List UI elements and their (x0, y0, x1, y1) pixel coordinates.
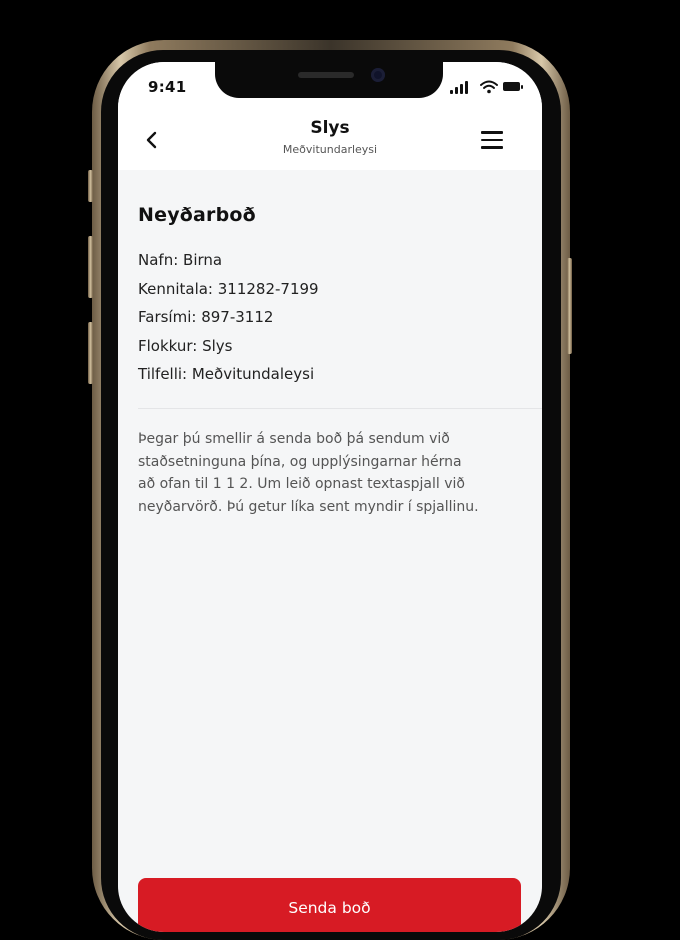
battery-tip (521, 85, 523, 89)
status-bar-icons (450, 80, 523, 94)
app-showcase-background: 9:41 Slys Meðvitundarleysi Neyðarboð Naf… (0, 0, 680, 940)
detail-mobile: Farsími: 897-3112 (138, 308, 274, 326)
notice-line: Þegar þú smellir á senda boð þá sendum v… (138, 431, 450, 447)
notice-line: staðsetninguna þína, og upplýsingarnar h… (138, 453, 462, 470)
phone-notch (215, 62, 443, 98)
send-info-notice: Þegar þú smellir á senda boð þá sendum v… (138, 428, 533, 518)
detail-id-number: Kennitala: 311282-7199 (138, 279, 319, 298)
phone-power-button (567, 258, 572, 354)
phone-volume-down-button (88, 322, 93, 384)
notice-line: neyðarvörð. Þú getur líka sent myndir í … (138, 498, 479, 515)
phone-volume-up-button (88, 236, 93, 298)
battery-icon (503, 82, 520, 91)
phone-screen: 9:41 Slys Meðvitundarleysi Neyðarboð Naf… (118, 62, 542, 932)
front-camera (371, 68, 385, 82)
notice-line: að ofan til 1 1 2. Um leið opnast textas… (138, 476, 465, 492)
cellular-signal-icon (450, 80, 472, 94)
detail-case: Tilfelli: Meðvitundaleysi (138, 365, 315, 383)
detail-name: Nafn: Birna (138, 251, 223, 269)
send-alert-label: Senda boð (288, 899, 371, 917)
top-bar: 9:41 Slys Meðvitundarleysi (118, 62, 542, 170)
wifi-icon (480, 80, 498, 94)
speaker-grille (298, 72, 354, 78)
section-divider (138, 408, 542, 409)
phone-side-button (88, 170, 93, 202)
hamburger-menu-icon[interactable] (478, 126, 508, 154)
status-bar-time: 9:41 (148, 78, 187, 96)
emergency-heading: Neyðarboð (138, 204, 256, 226)
detail-category: Flokkur: Slys (138, 336, 233, 355)
emergency-details-section: Neyðarboð Nafn: Birna Kennitala: 311282-… (138, 204, 528, 389)
send-alert-button[interactable]: Senda boð (138, 878, 521, 932)
